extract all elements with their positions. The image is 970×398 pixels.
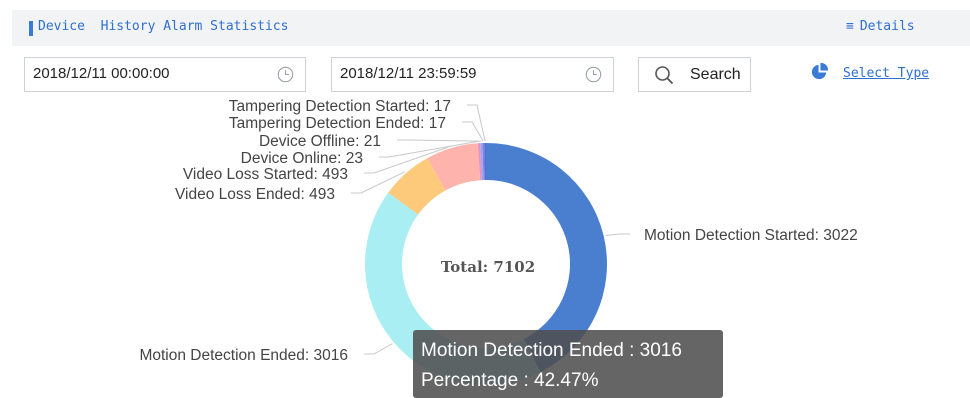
tooltip-percentage: Percentage : 42.47% bbox=[421, 370, 599, 391]
leader-line bbox=[467, 104, 486, 142]
slice-label: Video Loss Ended: 493 bbox=[175, 186, 335, 203]
chart-tooltip: Motion Detection Ended : 3016 Percentage… bbox=[413, 330, 723, 398]
slice-label: Motion Detection Started: 3022 bbox=[644, 227, 858, 244]
leader-line bbox=[605, 233, 630, 236]
slice-label: Motion Detection Ended: 3016 bbox=[139, 347, 348, 364]
slice-label: Tampering Detection Ended: 17 bbox=[229, 115, 446, 132]
chart-center-total: Total: 7102 bbox=[441, 258, 535, 276]
tooltip-title: Motion Detection Ended : 3016 bbox=[421, 340, 682, 361]
slice-label: Device Offline: 21 bbox=[259, 133, 381, 150]
leader-line bbox=[364, 343, 393, 355]
slice-label: Tampering Detection Started: 17 bbox=[229, 98, 451, 115]
leader-line bbox=[397, 139, 482, 142]
slice-label: Device Online: 23 bbox=[241, 150, 363, 167]
slice-label: Video Loss Started: 493 bbox=[183, 166, 348, 183]
leader-line bbox=[462, 121, 484, 142]
